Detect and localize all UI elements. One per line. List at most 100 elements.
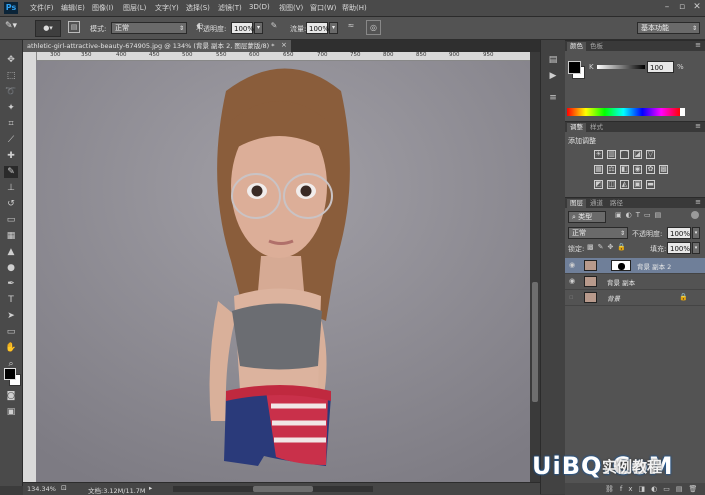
- export-icon[interactable]: ⊡: [61, 484, 67, 492]
- move-tool-icon[interactable]: ✥: [4, 54, 18, 66]
- brush-tool-icon[interactable]: ✎: [4, 166, 18, 178]
- opacity-slider-toggle[interactable]: ▾: [254, 22, 263, 34]
- menu-3d[interactable]: 3D(D): [249, 3, 270, 11]
- tab-color[interactable]: 颜色: [567, 42, 586, 51]
- opacity-input[interactable]: 100%: [231, 22, 254, 34]
- healing-brush-tool-icon[interactable]: ✚: [4, 150, 18, 162]
- quick-select-tool-icon[interactable]: ✦: [4, 102, 18, 114]
- minimize-icon[interactable]: –: [662, 2, 672, 12]
- k-value-input[interactable]: 100: [647, 61, 674, 73]
- tablet-pressure-size-icon[interactable]: ◎: [366, 20, 381, 35]
- tab-paths[interactable]: 路径: [607, 199, 626, 208]
- menu-type[interactable]: 文字(Y): [155, 3, 179, 13]
- menu-select[interactable]: 选择(S): [186, 3, 210, 13]
- posterize-adjustment-icon[interactable]: ◫: [607, 180, 616, 189]
- path-selection-tool-icon[interactable]: ➤: [4, 310, 18, 322]
- hand-tool-icon[interactable]: ✋: [4, 342, 18, 354]
- actions-panel-icon[interactable]: ▶: [547, 70, 559, 82]
- panel-menu-icon[interactable]: ≡: [695, 122, 701, 130]
- dodge-tool-icon[interactable]: ●: [4, 262, 18, 274]
- vibrance-adjustment-icon[interactable]: ▽: [646, 150, 655, 159]
- eye-icon[interactable]: ◉: [569, 277, 575, 285]
- filter-toggle-icon[interactable]: [691, 211, 699, 219]
- layer-row[interactable]: ◉ 背景 副本 2: [565, 258, 705, 274]
- marquee-tool-icon[interactable]: ⬚: [4, 70, 18, 82]
- vertical-scrollbar[interactable]: [530, 52, 540, 482]
- close-tab-icon[interactable]: ×: [281, 41, 287, 49]
- horizontal-scrollbar[interactable]: [173, 486, 373, 492]
- layer-mask-thumbnail[interactable]: [611, 260, 631, 271]
- history-brush-tool-icon[interactable]: ↺: [4, 198, 18, 210]
- gradient-map-adjustment-icon[interactable]: ▬: [646, 180, 655, 189]
- menu-window[interactable]: 窗口(W): [310, 3, 336, 13]
- white-swatch[interactable]: [680, 108, 685, 116]
- type-tool-icon[interactable]: T: [4, 294, 18, 306]
- menu-edit[interactable]: 编辑(E): [61, 3, 85, 13]
- layer-opacity-input[interactable]: 100%: [667, 227, 691, 239]
- black-white-adjustment-icon[interactable]: ◧: [620, 165, 629, 174]
- eye-icon[interactable]: ▫: [569, 293, 574, 301]
- document-tab[interactable]: athletic-girl-attractive-beauty-674905.j…: [23, 40, 291, 52]
- zoom-level[interactable]: 134.34%: [27, 485, 56, 493]
- brush-preset-icon[interactable]: ✎▾: [5, 21, 27, 34]
- hue-saturation-adjustment-icon[interactable]: ▦: [594, 165, 603, 174]
- history-panel-icon[interactable]: ▤: [547, 54, 559, 66]
- opacity-pressure-icon[interactable]: ✎: [268, 21, 280, 33]
- restore-icon[interactable]: ▫: [677, 2, 687, 12]
- photo-filter-adjustment-icon[interactable]: ◉: [633, 165, 642, 174]
- eye-icon[interactable]: ◉: [569, 261, 575, 269]
- info-menu-icon[interactable]: ▸: [149, 484, 152, 492]
- tab-swatches[interactable]: 色板: [587, 42, 606, 51]
- eraser-tool-icon[interactable]: ▭: [4, 214, 18, 226]
- tab-adjustments[interactable]: 调整: [567, 123, 586, 132]
- brush-size-picker[interactable]: ●▾: [35, 20, 61, 37]
- color-balance-adjustment-icon[interactable]: ⚖: [607, 165, 616, 174]
- flow-input[interactable]: 100%: [306, 22, 329, 34]
- levels-adjustment-icon[interactable]: ▥: [607, 150, 616, 159]
- color-spectrum-bar[interactable]: [567, 108, 680, 116]
- flow-slider-toggle[interactable]: ▾: [329, 22, 338, 34]
- layer-filter-icons[interactable]: ▣◐T▭▤: [615, 211, 665, 219]
- layer-row[interactable]: ◉ 背景 副本: [565, 274, 705, 290]
- airbrush-icon[interactable]: ≈: [345, 21, 357, 33]
- curves-adjustment-icon[interactable]: ⌒: [620, 150, 629, 159]
- panel-menu-icon[interactable]: ≡: [695, 198, 701, 206]
- color-lookup-adjustment-icon[interactable]: ▩: [659, 165, 668, 174]
- lock-icons[interactable]: ▩✎✥🔒: [587, 243, 630, 251]
- layer-fill-slider-toggle[interactable]: ▾: [692, 242, 700, 254]
- brush-panel-toggle-icon[interactable]: ▤: [68, 21, 80, 33]
- screen-mode-icon[interactable]: ▣: [4, 406, 18, 418]
- layer-fill-input[interactable]: 100%: [667, 242, 691, 254]
- menu-help[interactable]: 帮助(H): [342, 3, 367, 13]
- layer-opacity-slider-toggle[interactable]: ▾: [692, 227, 700, 239]
- panel-menu-icon[interactable]: ≡: [695, 41, 701, 49]
- k-slider[interactable]: [597, 65, 645, 69]
- tab-layers[interactable]: 图层: [567, 199, 586, 208]
- blend-mode-dropdown[interactable]: 正常 ⇕: [568, 227, 628, 239]
- clone-stamp-tool-icon[interactable]: ⊥: [4, 182, 18, 194]
- shape-tool-icon[interactable]: ▭: [4, 326, 18, 338]
- close-icon[interactable]: ✕: [692, 2, 702, 12]
- scrollbar-thumb[interactable]: [532, 282, 538, 402]
- foreground-color-swatch-front[interactable]: [4, 368, 16, 380]
- pen-tool-icon[interactable]: ✒: [4, 278, 18, 290]
- menu-file[interactable]: 文件(F): [30, 3, 54, 13]
- workspace-dropdown[interactable]: 基本功能 ⇕: [637, 22, 700, 34]
- layer-actions-icons[interactable]: ⛓fx◨◐▭▤🗑: [605, 485, 703, 493]
- eyedropper-tool-icon[interactable]: ⟋: [4, 134, 18, 146]
- tab-styles[interactable]: 样式: [587, 123, 606, 132]
- horizontal-scrollbar-thumb[interactable]: [253, 486, 313, 492]
- properties-panel-icon[interactable]: ≡: [547, 92, 559, 104]
- exposure-adjustment-icon[interactable]: ◪: [633, 150, 642, 159]
- layer-row[interactable]: ▫ 背景 🔒: [565, 290, 705, 306]
- fg-color-swatch-front[interactable]: [568, 61, 581, 74]
- invert-adjustment-icon[interactable]: ◩: [594, 180, 603, 189]
- blur-tool-icon[interactable]: ▲: [4, 246, 18, 258]
- lasso-tool-icon[interactable]: ➰: [4, 86, 18, 98]
- menu-image[interactable]: 图像(I): [92, 3, 114, 13]
- channel-mixer-adjustment-icon[interactable]: ✿: [646, 165, 655, 174]
- layer-filter-dropdown[interactable]: ⌕ 类型: [568, 211, 606, 223]
- crop-tool-icon[interactable]: ⌗: [4, 118, 18, 130]
- menu-filter[interactable]: 滤镜(T): [218, 3, 242, 13]
- menu-view[interactable]: 视图(V): [279, 3, 303, 13]
